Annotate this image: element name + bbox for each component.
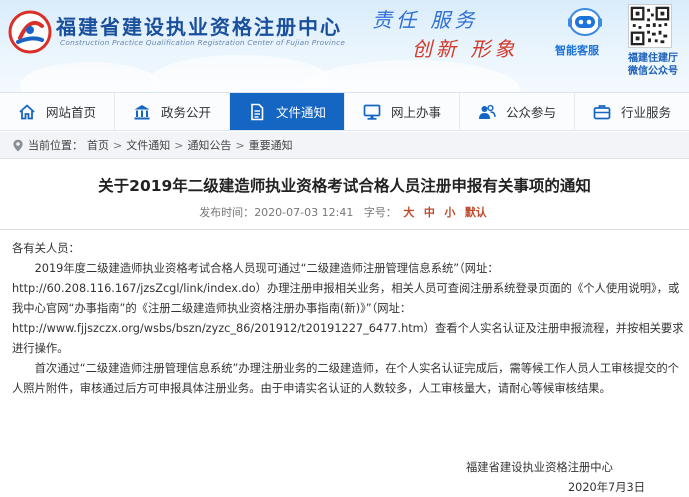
- briefcase-icon: [593, 104, 611, 119]
- breadcrumb-separator: >: [235, 138, 245, 152]
- font-size-small-button[interactable]: 小: [444, 206, 455, 219]
- nav-label-home: 网站首页: [45, 105, 96, 120]
- system-url-link[interactable]: http://60.208.116.167/jzsZcgl/link/index…: [12, 282, 256, 295]
- breadcrumb-announcements[interactable]: 通知公告: [187, 137, 231, 153]
- article-body: 各有关人员： 2019年度二级建造师执业资格考试合格人员现可通过“二级建造师注册…: [12, 239, 684, 399]
- nav-item-public-participation[interactable]: 公众参与: [460, 93, 575, 130]
- nav-label-public-participation: 公众参与: [505, 105, 556, 120]
- nav-label-document-notices: 文件通知: [275, 105, 326, 120]
- site-name[interactable]: 福建省建设执业资格注册中心: [56, 11, 342, 40]
- site-name-english: Construction Practice Qualification Regi…: [60, 38, 346, 47]
- font-size-default-button[interactable]: 默认: [465, 206, 487, 219]
- nav-label-government-affairs: 政务公开: [160, 105, 211, 120]
- breadcrumb-home[interactable]: 首页: [87, 137, 109, 153]
- site-header: 福建省建设执业资格注册中心 Construction Practice Qual…: [0, 0, 689, 92]
- font-size-medium-button[interactable]: 中: [424, 206, 435, 219]
- document-icon: [251, 103, 264, 120]
- nav-label-online-services: 网上办事: [390, 105, 441, 120]
- main-navigation: 网站首页 政务公开 文件通知 网上办事 公众参与 行业服务: [0, 92, 689, 131]
- nav-item-government-affairs[interactable]: 政务公开: [115, 93, 230, 130]
- paragraph-2: 首次通过“二级建造师注册管理信息系统”办理注册业务的二级建造师，在个人实名认证完…: [12, 362, 679, 395]
- greeting: 各有关人员：: [12, 242, 80, 255]
- center-logo-icon[interactable]: [8, 10, 52, 54]
- wechat-label-line-1: 福建住建厅: [628, 53, 678, 64]
- wechat-qr-code-icon: [628, 4, 672, 48]
- home-icon: [19, 104, 35, 119]
- font-size-label: 字号：: [363, 206, 397, 219]
- article-meta: 发布时间：2020-07-03 12:41 字号： 大 中 小 默认: [0, 204, 689, 220]
- publish-label: 发布时间：: [199, 206, 255, 219]
- breadcrumb-separator: >: [174, 138, 184, 152]
- publish-time: 2020-07-03 12:41: [254, 206, 354, 219]
- breadcrumb-important-notices[interactable]: 重要通知: [249, 137, 293, 153]
- slogan-line-2: 创新 形象: [412, 37, 519, 61]
- government-icon: [134, 104, 150, 119]
- font-size-large-button[interactable]: 大: [403, 206, 414, 219]
- nav-item-home[interactable]: 网站首页: [0, 93, 115, 130]
- slogan-line-1: 责任 服务: [372, 8, 479, 32]
- paragraph-1: 2019年度二级建造师执业资格考试合格人员现可通过“二级建造师注册管理信息系统”…: [12, 259, 684, 359]
- article-divider: [0, 229, 689, 230]
- nav-item-industry-services[interactable]: 行业服务: [575, 93, 689, 130]
- breadcrumb: 当前位置： 首页 > 文件通知 > 通知公告 > 重要通知: [0, 132, 689, 159]
- guide-url-link[interactable]: http://www.fjjszczx.org/wsbs/bszn/zyzc_8…: [12, 322, 424, 335]
- nav-item-online-services[interactable]: 网上办事: [345, 93, 460, 130]
- signature-date: 2020年7月3日: [568, 481, 646, 494]
- location-pin-icon: [13, 139, 23, 151]
- robot-service-icon[interactable]: [566, 4, 604, 40]
- paragraph-1-text-a: 2019年度二级建造师执业资格考试合格人员现可通过“二级建造师注册管理信息系统”…: [34, 262, 499, 275]
- people-icon: [478, 104, 496, 119]
- smart-service-label[interactable]: 智能客服: [555, 42, 599, 58]
- breadcrumb-separator: >: [113, 138, 123, 152]
- article-title: 关于2019年二级建造师执业资格考试合格人员注册申报有关事项的通知: [98, 177, 591, 195]
- wechat-account-label: 福建住建厅 微信公众号: [620, 52, 686, 78]
- computer-icon: [363, 104, 381, 120]
- breadcrumb-document-notices[interactable]: 文件通知: [126, 137, 170, 153]
- nav-label-industry-services: 行业服务: [620, 105, 671, 120]
- nav-item-document-notices[interactable]: 文件通知: [230, 93, 345, 130]
- wechat-label-line-2: 微信公众号: [628, 66, 678, 77]
- signature-organization: 福建省建设执业资格注册中心: [466, 461, 613, 474]
- breadcrumb-prefix: 当前位置：: [28, 139, 83, 152]
